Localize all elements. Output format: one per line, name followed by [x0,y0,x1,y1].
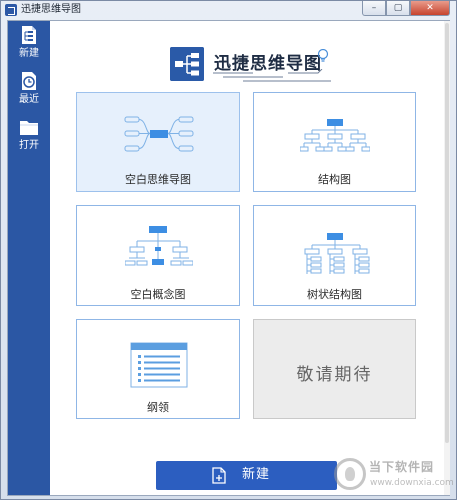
sidebar-item-label: 打开 [19,140,39,151]
new-button[interactable]: 新建 [156,461,337,490]
brand-circuit-decoration [213,69,331,82]
sidebar-item-label: 新建 [19,48,39,59]
coming-soon-text: 敬请期待 [296,365,373,385]
watermark-logo-icon [334,458,366,490]
mindmap-logo-icon [170,47,204,81]
structure-chart-thumbnail [300,119,370,152]
clock-icon [22,72,36,90]
sidebar-item-label: 最近 [19,94,39,105]
close-button[interactable]: ✕ [410,1,450,16]
app-window: 迅捷思维导图 – ▢ ✕ 新建 最近 打开 迅捷思维导图 空白思维导图 结构图 … [0,0,457,500]
new-button-label: 新建 [242,467,271,482]
template-label: 结构图 [318,173,351,186]
blank-mindmap-thumbnail [124,116,194,152]
maximize-button[interactable]: ▢ [386,1,410,16]
new-file-icon [212,467,226,484]
template-label: 树状结构图 [307,288,362,301]
template-label: 纲领 [147,401,169,414]
concept-map-thumbnail [125,226,193,266]
scrollbar-thumb[interactable] [445,23,449,443]
minimize-button[interactable]: – [362,1,386,16]
app-logo-icon [5,4,17,16]
watermark-brand: 当下软件园 [369,460,435,474]
outline-thumbnail [130,342,188,388]
template-label: 空白概念图 [130,288,186,301]
template-card-concept-map[interactable]: 空白概念图 [76,205,240,306]
window-title: 迅捷思维导图 [21,4,81,15]
template-label: 空白思维导图 [125,173,191,186]
lightbulb-icon [317,49,329,62]
watermark-url: www.downxia.com [370,478,454,488]
template-card-coming-soon: 敬请期待 [253,319,416,419]
template-card-outline[interactable]: 纲领 [76,319,240,419]
sidebar-item-recent[interactable]: 最近 [8,67,50,113]
tree-chart-thumbnail [304,233,370,274]
main-area: 新建 最近 打开 迅捷思维导图 空白思维导图 结构图 空白概念图 树状结构图 纲… [7,20,450,496]
watermark: 当下软件园 www.downxia.com [334,456,454,496]
scrollbar[interactable] [444,21,450,495]
folder-icon [20,121,38,135]
new-file-icon [22,26,36,44]
template-card-tree-chart[interactable]: 树状结构图 [253,205,416,306]
sidebar: 新建 最近 打开 [8,21,50,495]
template-card-structure-chart[interactable]: 结构图 [253,92,416,192]
sidebar-item-open[interactable]: 打开 [8,113,50,159]
template-card-blank-mindmap[interactable]: 空白思维导图 [76,92,240,192]
title-bar[interactable]: 迅捷思维导图 – ▢ ✕ [1,1,456,19]
sidebar-item-new[interactable]: 新建 [8,21,50,67]
